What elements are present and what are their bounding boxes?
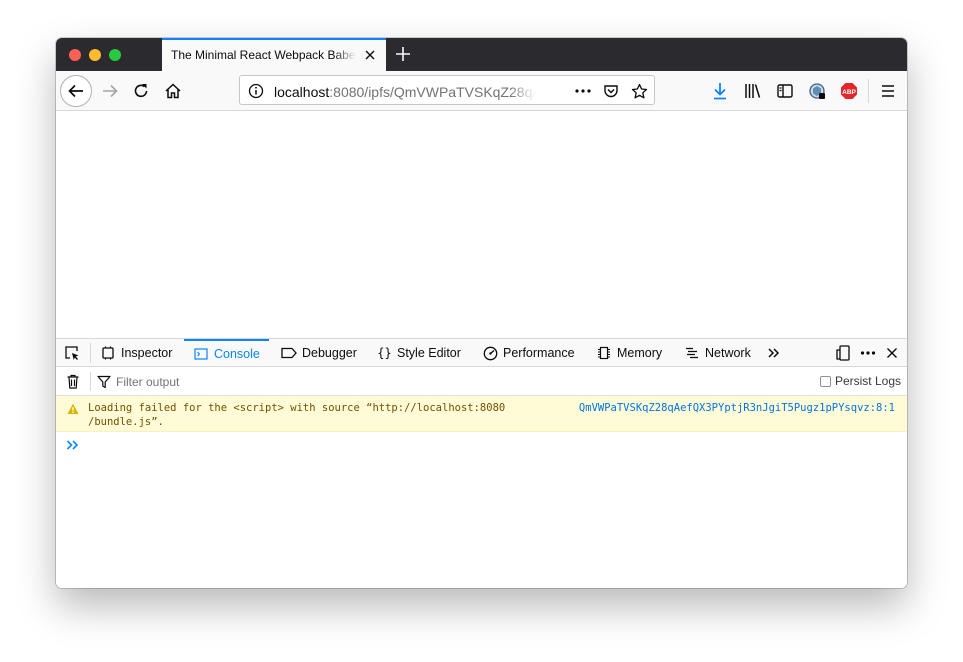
toolbar-divider <box>90 343 91 363</box>
debugger-icon <box>281 345 297 361</box>
warning-message-text: Loading failed for the <script> with sou… <box>88 401 538 429</box>
persist-logs-checkbox[interactable] <box>819 375 831 387</box>
filter-output-input[interactable] <box>116 372 716 392</box>
url-host: localhost <box>274 84 330 100</box>
inspector-icon <box>100 345 116 361</box>
console-message-warning[interactable]: Loading failed for the <script> with sou… <box>56 396 907 432</box>
responsive-design-icon[interactable] <box>834 345 852 361</box>
console-filter-bar: Persist Logs <box>56 367 907 396</box>
tab-label: Memory <box>617 346 663 360</box>
tab-network[interactable]: Network <box>684 339 751 367</box>
tab-label: Debugger <box>302 346 357 360</box>
url-text[interactable]: localhost:8080/ipfs/QmVWPaTVSKqZ28qAefQX… <box>274 84 536 100</box>
warning-triangle-icon <box>67 402 79 414</box>
reload-button[interactable] <box>127 77 155 105</box>
tab-console[interactable]: Console <box>184 339 269 367</box>
home-button[interactable] <box>159 77 187 105</box>
devtools-options-icon[interactable] <box>859 345 877 361</box>
filter-funnel-icon <box>97 375 111 389</box>
tab-memory[interactable]: Memory <box>596 339 662 367</box>
persist-logs-toggle[interactable]: Persist Logs <box>819 374 901 388</box>
tab-debugger[interactable]: Debugger <box>281 339 357 367</box>
warning-line-1: Loading failed for the <script> with sou… <box>88 402 506 414</box>
tab-active[interactable]: The Minimal React Webpack Babel Setup <box>162 38 386 71</box>
toolbar-divider <box>90 372 91 391</box>
hamburger-menu-icon[interactable] <box>878 81 898 101</box>
tab-label: Network <box>705 346 751 360</box>
performance-icon <box>482 345 498 361</box>
page-actions-icon[interactable] <box>574 82 592 100</box>
persist-logs-label: Persist Logs <box>834 374 901 388</box>
site-info-icon[interactable] <box>248 83 264 99</box>
braces-icon: {} <box>377 346 392 360</box>
close-window-button[interactable] <box>69 49 81 61</box>
downloads-icon[interactable] <box>710 81 730 101</box>
forward-arrow-icon <box>103 84 118 98</box>
console-icon <box>193 346 209 362</box>
browser-window: The Minimal React Webpack Babel Setup lo… <box>56 38 907 588</box>
memory-chip-icon <box>596 345 612 361</box>
navigation-toolbar: localhost:8080/ipfs/QmVWPaTVSKqZ28qAefQX… <box>56 71 907 111</box>
close-tab-icon[interactable] <box>363 48 377 62</box>
sidebar-icon[interactable] <box>775 81 795 101</box>
bookmark-star-icon[interactable] <box>630 82 648 100</box>
console-prompt-chevron-icon[interactable] <box>66 438 80 452</box>
tab-strip: The Minimal React Webpack Babel Setup <box>56 38 907 71</box>
adblock-plus-icon[interactable]: ABP <box>839 81 859 101</box>
ipfs-companion-icon[interactable] <box>807 81 827 101</box>
clear-console-trash-icon[interactable] <box>66 374 80 389</box>
tab-label: Inspector <box>121 346 173 360</box>
element-picker-icon[interactable] <box>64 345 80 361</box>
url-bar[interactable]: localhost:8080/ipfs/QmVWPaTVSKqZ28qAefQX… <box>239 75 655 105</box>
tab-performance[interactable]: Performance <box>482 339 575 367</box>
tab-inspector[interactable]: Inspector <box>100 339 172 367</box>
zoom-window-button[interactable] <box>109 49 121 61</box>
back-arrow-icon <box>68 84 83 98</box>
network-icon <box>684 345 700 361</box>
tab-label: Console <box>214 347 260 361</box>
tab-title: The Minimal React Webpack Babel Setup <box>171 48 356 62</box>
more-tools-chevron-icon[interactable] <box>765 345 783 361</box>
close-devtools-icon[interactable] <box>883 345 901 361</box>
tab-label: Style Editor <box>397 346 461 360</box>
tab-style-editor[interactable]: {} Style Editor <box>377 339 461 367</box>
svg-text:ABP: ABP <box>842 89 856 96</box>
devtools-toolbar: Inspector Console Debugger {} Style Edit… <box>56 339 907 367</box>
message-source-link[interactable]: QmVWPaTVSKqZ28qAefQX3PYptjR3nJgiT5Pugz1p… <box>579 401 895 415</box>
page-content[interactable] <box>56 112 907 338</box>
new-tab-icon[interactable] <box>394 45 412 63</box>
library-icon[interactable] <box>743 81 763 101</box>
forward-button[interactable] <box>96 77 124 105</box>
back-button[interactable] <box>60 75 92 107</box>
url-path: :8080/ipfs/QmVWPaTVSKqZ28qAefQX3PYptjR3n… <box>329 84 536 100</box>
reload-icon <box>134 84 148 98</box>
devtools-panel: Inspector Console Debugger {} Style Edit… <box>56 338 907 588</box>
pocket-icon[interactable] <box>602 82 620 100</box>
tab-label: Performance <box>503 346 575 360</box>
home-icon <box>165 83 181 99</box>
minimize-window-button[interactable] <box>89 49 101 61</box>
toolbar-divider <box>868 79 869 103</box>
warning-line-2: /bundle.js”. <box>88 416 164 428</box>
